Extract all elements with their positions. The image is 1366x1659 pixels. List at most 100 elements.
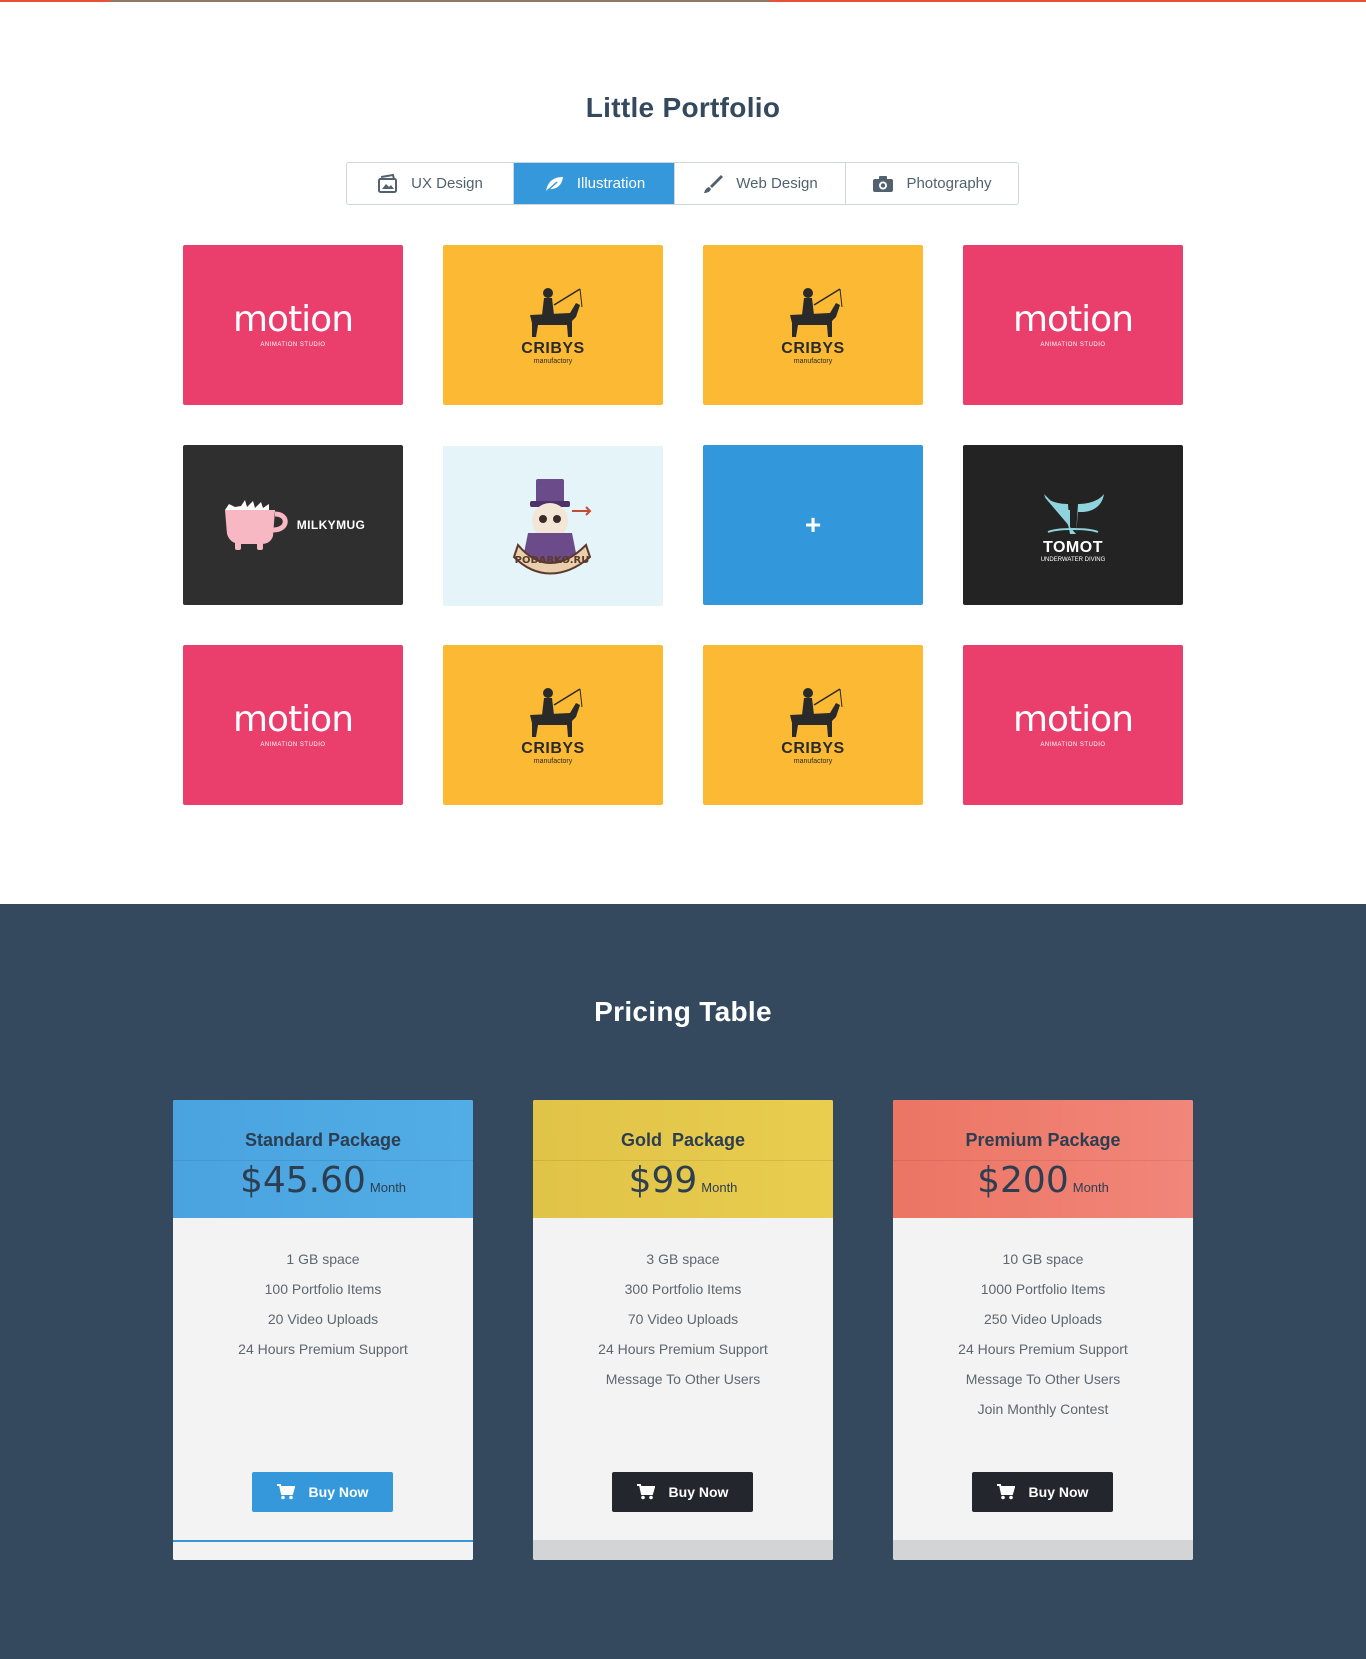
feature-item: Message To Other Users [965, 1371, 1121, 1387]
podarko-mascot-icon: PODARKO.RU [512, 479, 592, 575]
logo-subtitle: manufactory [793, 358, 833, 365]
portfolio-title: Little Portfolio [585, 92, 781, 123]
logo-word: motion [1012, 299, 1134, 340]
button-label: Buy Now [1028, 1484, 1089, 1500]
portfolio-item[interactable]: CRIBYS manufactory [703, 645, 923, 805]
pricing-card-gold: Gold Package $99 Month 3 GB space 300 Por… [533, 1100, 833, 1560]
price-amount: $45.60 [239, 1160, 366, 1201]
feature-item: Join Monthly Contest [977, 1401, 1109, 1417]
image-folder-icon [378, 173, 398, 193]
feature-item: 24 Hours Premium Support [598, 1341, 768, 1357]
feature-item: 100 Portfolio Items [264, 1281, 382, 1297]
feature-item: 10 GB space [1002, 1251, 1084, 1267]
logo-subtitle: manufactory [533, 358, 573, 365]
card-header: Standard Package $45.60 Month [173, 1100, 473, 1218]
portfolio-item[interactable]: motion ANIMATION STUDIO [963, 645, 1183, 805]
camera-icon [873, 175, 894, 192]
tab-photography[interactable]: Photography [846, 163, 1018, 204]
pricing-card-premium: Premium Package $200 Month 10 GB space 10… [893, 1100, 1193, 1560]
motion-logo: motion ANIMATION STUDIO [232, 699, 354, 749]
package-name: Gold Package [620, 1130, 746, 1150]
portfolio-item[interactable]: CRIBYS manufactory [703, 245, 923, 405]
tab-web-design[interactable]: Web Design [675, 163, 846, 204]
portfolio-item[interactable]: MILKYMUG [183, 445, 403, 605]
logo-word: motion [1012, 699, 1134, 740]
card-header: Gold Package $99 Month [533, 1100, 833, 1218]
price-period: Month [701, 1180, 738, 1195]
feature-item: 24 Hours Premium Support [958, 1341, 1128, 1357]
cart-icon [276, 1484, 295, 1500]
price-amount: $200 [977, 1160, 1069, 1201]
tab-ux-design[interactable]: UX Design [347, 163, 514, 204]
logo-word: MILKYMUG [296, 518, 366, 532]
donkey-rider-icon [530, 288, 583, 337]
feature-item: 24 Hours Premium Support [238, 1341, 408, 1357]
pricing-section: Pricing Table Standard Package $45.60 Mon… [0, 904, 1366, 1659]
card-footer [173, 1540, 473, 1560]
cribys-logo: CRIBYS manufactory [778, 685, 848, 765]
price-period: Month [369, 1180, 407, 1195]
donkey-rider-icon [530, 688, 583, 737]
tab-label: Illustration [576, 175, 646, 192]
feature-item: Message To Other Users [605, 1371, 761, 1387]
feature-item: 1000 Portfolio Items [980, 1281, 1106, 1297]
whale-tail-icon [1042, 493, 1104, 534]
logo-word: TOMOT [1043, 538, 1103, 556]
header-image-edge [110, 0, 770, 2]
portfolio-add-item[interactable]: + [703, 445, 923, 605]
card-footer [893, 1540, 1193, 1560]
price-period: Month [1072, 1180, 1109, 1195]
logo-word: CRIBYS [521, 740, 585, 757]
card-header: Premium Package $200 Month [893, 1100, 1193, 1218]
feature-item: 250 Video Uploads [983, 1311, 1103, 1327]
logo-subtitle: UNDERWATER DIVING [1040, 556, 1106, 563]
buy-now-button[interactable]: Buy Now [252, 1472, 393, 1512]
logo-word: motion [232, 699, 354, 740]
package-name: Premium Package [965, 1130, 1121, 1150]
package-name: Standard Package [244, 1130, 402, 1150]
feature-list: 1 GB space 100 Portfolio Items 20 Video … [173, 1218, 473, 1364]
feature-list: 10 GB space 1000 Portfolio Items 250 Vid… [893, 1218, 1193, 1424]
mug-icon [224, 500, 288, 550]
logo-word: CRIBYS [781, 740, 845, 757]
logo-word: CRIBYS [781, 340, 845, 357]
feature-item: 3 GB space [646, 1251, 720, 1267]
donkey-rider-icon [790, 688, 843, 737]
logo-subtitle: ANIMATION STUDIO [260, 742, 326, 748]
tab-illustration[interactable]: Illustration [514, 163, 675, 204]
logo-word: CRIBYS [521, 340, 585, 357]
portfolio-item[interactable]: PODARKO.RU [443, 446, 663, 606]
motion-logo: motion ANIMATION STUDIO [232, 299, 354, 349]
portfolio-item[interactable]: CRIBYS manufactory [443, 645, 663, 805]
logo-subtitle: ANIMATION STUDIO [260, 342, 326, 348]
portfolio-item[interactable]: motion ANIMATION STUDIO [183, 245, 403, 405]
donkey-rider-icon [790, 288, 843, 337]
cart-icon [996, 1484, 1015, 1500]
motion-logo: motion ANIMATION STUDIO [1012, 699, 1134, 749]
tomot-logo: TOMOT UNDERWATER DIVING [1038, 488, 1108, 563]
logo-subtitle: manufactory [793, 758, 833, 765]
portfolio-item[interactable]: motion ANIMATION STUDIO [963, 245, 1183, 405]
pricing-card-standard: Standard Package $45.60 Month 1 GB space … [173, 1100, 473, 1560]
portfolio-item[interactable]: motion ANIMATION STUDIO [183, 645, 403, 805]
tab-label: Photography [906, 175, 992, 192]
cribys-logo: CRIBYS manufactory [518, 285, 588, 365]
package-price: $99 Month [533, 1160, 833, 1201]
logo-word: motion [232, 299, 354, 340]
price-amount: $99 [628, 1160, 698, 1201]
portfolio-item[interactable]: TOMOT UNDERWATER DIVING [963, 445, 1183, 605]
feature-list: 3 GB space 300 Portfolio Items 70 Video … [533, 1218, 833, 1394]
logo-subtitle: ANIMATION STUDIO [1040, 342, 1106, 348]
pricing-title: Pricing Table [594, 996, 772, 1027]
buy-now-button[interactable]: Buy Now [612, 1472, 753, 1512]
package-price: $45.60 Month [173, 1160, 473, 1201]
cribys-logo: CRIBYS manufactory [778, 285, 848, 365]
button-label: Buy Now [308, 1484, 369, 1500]
cribys-logo: CRIBYS manufactory [518, 685, 588, 765]
feature-item: 20 Video Uploads [267, 1311, 379, 1327]
tab-label: UX Design [411, 175, 483, 192]
buy-now-button[interactable]: Buy Now [972, 1472, 1113, 1512]
plus-icon: + [804, 509, 822, 540]
motion-logo: motion ANIMATION STUDIO [1012, 299, 1134, 349]
portfolio-item[interactable]: CRIBYS manufactory [443, 245, 663, 405]
